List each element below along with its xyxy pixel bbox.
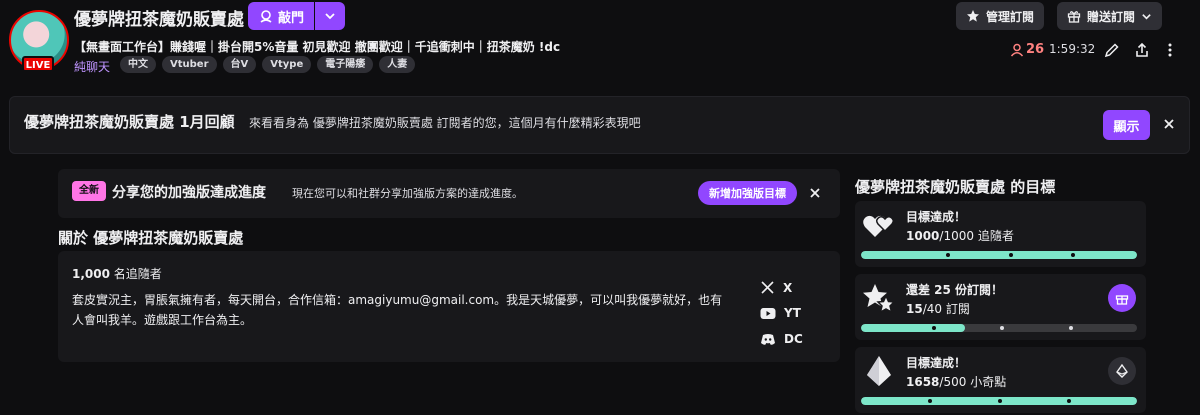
goal-marker	[946, 253, 950, 257]
goal-unit: 追隨者	[977, 229, 1014, 243]
discord-icon	[761, 333, 775, 345]
about-heading: 關於 優夢牌扭茶魔奶販賣處	[58, 229, 244, 247]
goal-current: 1658	[906, 375, 940, 389]
stream-title: 【無畫面工作台】賺錢喔｜掛台開5%音量 初見歡迎 撤團歡迎｜千追衝刺中｜扭茶魔奶…	[74, 40, 561, 54]
goal-card-bits: 目標達成！ 1658/500 小奇點	[855, 347, 1146, 413]
gift-subscription-label: 贈送訂閱	[1087, 9, 1136, 24]
x-icon	[761, 281, 774, 294]
viewer-count: 26	[1010, 42, 1044, 57]
more-vertical-icon	[1168, 43, 1172, 57]
social-link-discord[interactable]: DC	[760, 332, 803, 346]
channel-name[interactable]: 優夢牌扭茶魔奶販賣處	[74, 5, 244, 30]
star-icon	[967, 10, 979, 22]
pencil-icon	[1104, 43, 1119, 58]
share-icon	[1136, 42, 1148, 57]
stream-uptime: 1:59:32	[1049, 42, 1096, 56]
close-share-card-button[interactable]	[804, 182, 826, 204]
social-link-youtube[interactable]: YT	[760, 306, 801, 320]
new-badge: 全新	[72, 181, 106, 201]
goals-heading: 優夢牌扭茶魔奶販賣處 的目標	[855, 178, 1056, 196]
person-icon	[1010, 43, 1024, 57]
goal-unit: 訂閱	[945, 302, 970, 316]
goal-target: /40	[922, 302, 943, 316]
tag[interactable]: 中文	[120, 56, 156, 73]
goal-marker	[932, 326, 936, 330]
tag[interactable]: 台V	[222, 56, 257, 73]
goal-progress-fill	[861, 324, 965, 332]
goal-current: 15	[906, 302, 923, 316]
follow-label: 敲門	[277, 10, 304, 26]
close-icon	[1164, 119, 1174, 129]
goal-title: 目標達成！	[906, 356, 967, 370]
goal-target: /500	[939, 375, 967, 389]
live-badge: LIVE	[22, 56, 54, 72]
gift-subscription-button[interactable]: 贈送訂閱	[1057, 2, 1163, 30]
social-label: X	[783, 280, 793, 295]
follow-button[interactable]: 敲門	[248, 2, 314, 30]
goal-marker	[998, 399, 1002, 403]
stars-icon	[863, 284, 896, 314]
goal-marker	[1069, 326, 1073, 330]
channel-bio: 套皮實況主，胃脹氣擁有者，每天開台，合作信箱：amagiyumu@gmail.c…	[72, 293, 723, 327]
goal-marker	[1067, 399, 1071, 403]
goal-card-followers: 目標達成！ 1000/1000 追隨者	[855, 201, 1146, 267]
youtube-icon	[760, 307, 776, 319]
chevron-down-icon	[325, 13, 335, 20]
goal-marker	[1009, 253, 1013, 257]
goal-card-subscriptions: 還差 25 份訂閱！ 15/40 訂閱	[855, 274, 1146, 340]
manage-subscription-label: 管理訂閱	[986, 9, 1035, 24]
goal-title: 還差 25 份訂閱！	[906, 283, 1004, 297]
goal-marker	[928, 399, 932, 403]
hearts-icon	[863, 215, 895, 237]
cheer-bits-button[interactable]	[1108, 357, 1136, 385]
viewer-count-value: 26	[1026, 42, 1045, 57]
tag[interactable]: 電子陽痿	[317, 56, 374, 73]
chevron-down-icon	[1142, 13, 1151, 20]
edit-button[interactable]	[1101, 39, 1123, 61]
share-goal-title: 分享您的加強版達成進度	[112, 185, 266, 201]
tag[interactable]: Vtype	[262, 56, 312, 73]
share-goal-subtitle: 現在您可以和社群分享加強版方案的達成進度。	[292, 187, 523, 200]
goal-title: 目標達成！	[906, 210, 967, 224]
manage-subscription-button[interactable]: 管理訂閱	[956, 2, 1045, 30]
bits-icon	[1116, 364, 1128, 378]
knock-icon	[260, 10, 272, 23]
goal-marker	[1071, 253, 1075, 257]
social-label: YT	[784, 306, 801, 320]
follower-count: 1,000 名追隨者	[72, 265, 162, 282]
goal-progress-fill	[861, 251, 1137, 259]
goal-progress-text: 15/40 訂閱	[906, 300, 970, 317]
goal-progress-bar	[861, 397, 1137, 405]
diamond-icon	[867, 356, 891, 386]
social-link-x[interactable]: X	[760, 280, 792, 295]
recap-subtitle: 來看看身為 優夢牌扭茶魔奶販賣處 訂閱者的您，這個月有什麼精彩表現吧	[249, 116, 641, 130]
goal-progress-bar	[861, 251, 1137, 259]
goal-unit: 小奇點	[970, 375, 1007, 389]
tag-list: 中文 Vtuber 台V Vtype 電子陽痿 人妻	[120, 56, 416, 73]
goal-target: /1000	[939, 229, 974, 243]
gift-icon	[1067, 11, 1081, 23]
follower-count-value: 1,000	[72, 267, 110, 281]
follow-dropdown-button[interactable]	[315, 2, 345, 30]
close-recap-button[interactable]	[1158, 113, 1180, 135]
tag[interactable]: 人妻	[379, 56, 416, 73]
show-recap-button[interactable]: 顯示	[1103, 110, 1150, 140]
recap-title: 優夢牌扭茶魔奶販賣處 1月回顧	[24, 113, 235, 131]
goal-progress-text: 1658/500 小奇點	[906, 373, 1006, 390]
goal-marker	[1000, 326, 1004, 330]
tag[interactable]: Vtuber	[162, 56, 217, 73]
gift-icon	[1115, 295, 1129, 305]
social-label: DC	[784, 332, 803, 346]
goal-progress-bar	[861, 324, 1137, 332]
more-options-button[interactable]	[1159, 39, 1181, 61]
close-icon	[810, 188, 820, 198]
category-link[interactable]: 純聊天	[74, 58, 110, 75]
follower-count-label: 名追隨者	[113, 267, 162, 281]
goal-current: 1000	[906, 229, 940, 243]
gift-subscription-goal-button[interactable]	[1108, 284, 1136, 312]
share-button[interactable]	[1131, 39, 1153, 61]
add-goal-button[interactable]: 新增加強版目標	[698, 181, 797, 205]
goal-progress-text: 1000/1000 追隨者	[906, 227, 1014, 244]
